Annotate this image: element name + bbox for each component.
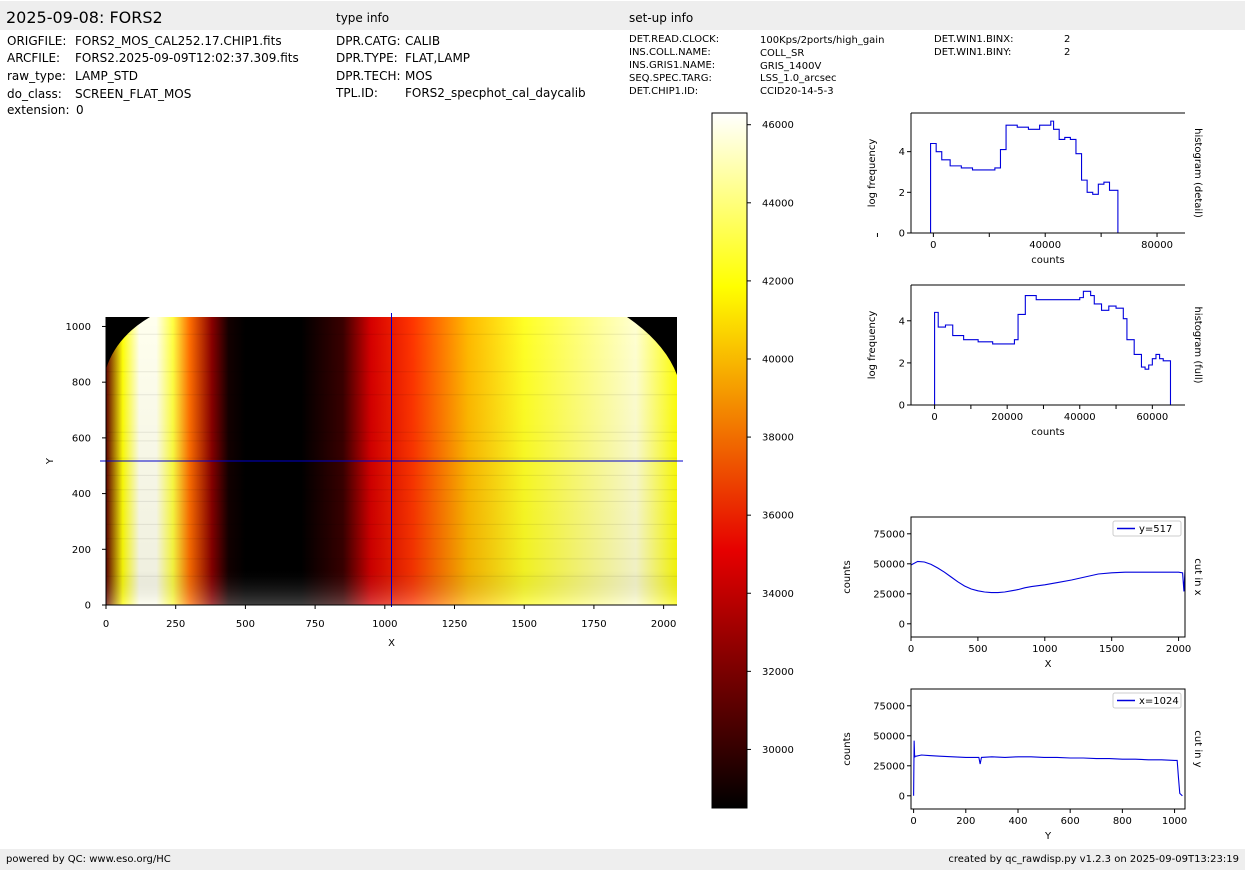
image-ylabel: Y <box>45 457 56 465</box>
cut-in-x-ytick-label: 0 <box>899 619 905 630</box>
cut-in-x-side-label: cut in x <box>1192 558 1203 595</box>
image-xtick-label: 1500 <box>511 619 536 630</box>
cut-in-y-side-label: cut in y <box>1192 730 1203 767</box>
histogram-full-ytick-label: 0 <box>899 401 905 412</box>
image-xlabel: X <box>388 638 395 649</box>
cut-in-y-legend-label: x=1024 <box>1139 696 1179 707</box>
cut-in-x-xlabel: X <box>1045 659 1052 670</box>
cut-in-y-xtick-label: 800 <box>1113 816 1132 827</box>
image-xtick-label: 1250 <box>442 619 467 630</box>
histogram-full-ytick-label: 2 <box>899 358 905 369</box>
cut-in-y-ytick-label: 0 <box>899 791 905 802</box>
colorbar-tick-label: 44000 <box>762 198 794 209</box>
histogram-full-ylabel: log frequency <box>867 311 878 380</box>
image-ytick-label: 800 <box>72 378 91 389</box>
colorbar-tick-label: 38000 <box>762 433 794 444</box>
image-ytick-label: 1000 <box>66 322 91 333</box>
histogram-detail-side-label: histogram (detail) <box>1192 128 1203 218</box>
image-ytick-label: 600 <box>72 433 91 444</box>
histogram-detail-ytick-label: 0 <box>899 229 905 240</box>
histogram-full-xtick-label: 0 <box>931 412 937 423</box>
cut-in-x-ytick-label: 50000 <box>873 559 905 570</box>
cut-in-x-series <box>910 560 1186 594</box>
image-xtick-label: 1750 <box>581 619 606 630</box>
cut-in-y-xtick-label: 1000 <box>1162 816 1187 827</box>
histogram-detail-xlabel: counts <box>1031 255 1064 266</box>
colorbar-tick-label: 36000 <box>762 511 794 522</box>
histogram-full-xtick-label: 40000 <box>1064 412 1096 423</box>
cut-in-x-ytick-label: 25000 <box>873 589 905 600</box>
image-xtick-label: 500 <box>236 619 255 630</box>
cut-in-y-ylabel: counts <box>842 732 853 765</box>
histogram-full-side-label: histogram (full) <box>1192 306 1203 383</box>
cut-in-x-xtick-label: 0 <box>908 644 914 655</box>
histogram-detail-ytick-label: 2 <box>899 188 905 199</box>
cut-in-x-ylabel: counts <box>842 560 853 593</box>
colorbar-tick-label: 34000 <box>762 589 794 600</box>
cut-in-y-ytick-label: 75000 <box>873 701 905 712</box>
image-ytick-label: 400 <box>72 489 91 500</box>
cut-in-x-xtick-label: 1000 <box>1032 644 1057 655</box>
cut-in-y-xtick-label: 0 <box>910 816 916 827</box>
histogram-full-ytick-label: 4 <box>899 316 905 327</box>
colorbar-tick-label: 30000 <box>762 745 794 756</box>
cut-in-y-xtick-label: 200 <box>956 816 975 827</box>
image-xtick-label: 250 <box>166 619 185 630</box>
cut-in-y-series <box>913 740 1183 797</box>
colorbar-tick-label: 40000 <box>762 354 794 365</box>
cut-in-y-xtick-label: 600 <box>1061 816 1080 827</box>
histogram-detail-xtick-label: 80000 <box>1141 240 1173 251</box>
histogram-full-series <box>930 290 1175 406</box>
image-ytick-label: 0 <box>85 601 91 612</box>
histogram-detail-xtick-label: 0 <box>930 240 936 251</box>
cut-in-y-ytick-label: 50000 <box>873 731 905 742</box>
histogram-detail-ylabel: log frequency <box>867 139 878 208</box>
image-xtick-label: 0 <box>103 619 109 630</box>
colorbar <box>711 112 748 809</box>
image-xtick-label: 2000 <box>651 619 676 630</box>
colorbar-tick-label: 46000 <box>762 120 794 131</box>
cut-in-y-xtick-label: 400 <box>1008 816 1027 827</box>
histogram-full-xlabel: counts <box>1031 427 1064 438</box>
histogram-detail-ytick-label: 4 <box>899 147 905 158</box>
cut-in-x-legend-label: y=517 <box>1139 524 1172 535</box>
image-ytick-label: 200 <box>72 545 91 556</box>
cut-in-y-xlabel: Y <box>1044 831 1052 842</box>
cut-in-y-ytick-label: 25000 <box>873 761 905 772</box>
cut-in-x-ytick-label: 75000 <box>873 529 905 540</box>
qc-figure: 0 250 500 750 1000 1250 1500 1750 20000200400600… <box>45 112 1203 842</box>
cut-in-x-xtick-label: 1500 <box>1099 644 1124 655</box>
cut-in-x-xtick-label: 500 <box>968 644 987 655</box>
histogram-detail-series <box>927 120 1119 234</box>
colorbar-tick-label: 32000 <box>762 667 794 678</box>
colorbar-tick-label: 42000 <box>762 276 794 287</box>
histogram-full-xtick-label: 20000 <box>991 412 1023 423</box>
histogram-full-xtick-label: 60000 <box>1136 412 1168 423</box>
image-xtick-label: 1000 <box>372 619 397 630</box>
histogram-detail-xtick-label: 40000 <box>1029 240 1061 251</box>
cut-in-x-xtick-label: 2000 <box>1166 644 1191 655</box>
image-xtick-label: 750 <box>306 619 325 630</box>
